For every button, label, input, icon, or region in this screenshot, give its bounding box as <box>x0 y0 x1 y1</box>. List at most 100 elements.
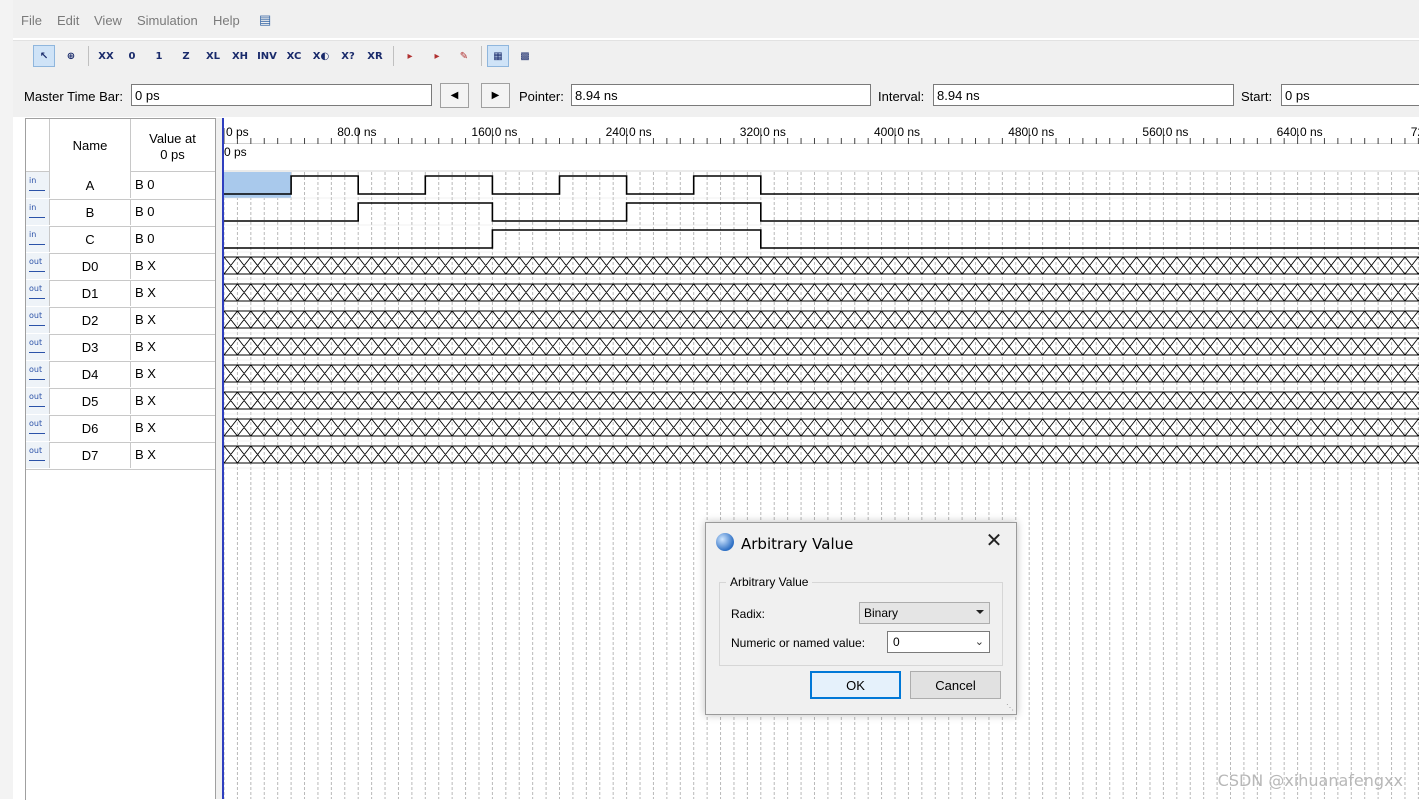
value-combobox[interactable]: 0 ⌄ <box>887 631 990 653</box>
signal-value: B X <box>130 361 215 387</box>
in-pin-icon: in <box>26 226 50 252</box>
radix-value: Binary <box>864 606 899 620</box>
signal-row[interactable]: out D5 B X <box>26 388 215 416</box>
run-functional-simulation-icon[interactable]: ▸ <box>399 45 421 67</box>
signal-value: B X <box>130 307 215 333</box>
menu-bar: File Edit View Simulation Help ▤ <box>13 0 1419 38</box>
signal-name: D6 <box>81 421 99 436</box>
comment-icon[interactable]: ▤ <box>259 12 271 28</box>
value-column-header[interactable]: Value at <box>130 131 215 146</box>
interval-field[interactable]: 8.94 ns <box>933 84 1234 106</box>
out-pin-icon: out <box>26 280 50 306</box>
resize-grip-icon[interactable]: ⋱ <box>1006 704 1014 712</box>
random-values-icon[interactable]: XR <box>364 45 386 67</box>
ruler-label: 560.0 ns <box>1142 125 1188 139</box>
ruler-label: 72 <box>1411 125 1419 139</box>
previous-transition-button[interactable]: ◀ <box>440 83 469 108</box>
select-tool-icon[interactable]: ↖ <box>33 45 55 67</box>
menu-edit[interactable]: Edit <box>57 13 79 28</box>
ruler-label: 160.0 ns <box>471 125 517 139</box>
menu-view[interactable]: View <box>94 13 122 28</box>
value-group-box <box>719 582 1003 666</box>
signal-row[interactable]: out D0 B X <box>26 253 215 281</box>
signal-value: B X <box>130 388 215 414</box>
menu-file[interactable]: File <box>21 13 42 28</box>
menu-simulation[interactable]: Simulation <box>137 13 198 28</box>
forcing-high-icon[interactable]: 1 <box>148 45 170 67</box>
group-label: Arbitrary Value <box>726 575 813 589</box>
clock-icon[interactable]: X◐ <box>310 45 332 67</box>
signal-name: D5 <box>81 394 99 409</box>
value-column-header-time: 0 ps <box>160 147 185 162</box>
watermark: CSDN @xihuanafengxx <box>1217 771 1403 790</box>
in-pin-icon: in <box>26 199 50 225</box>
signal-row[interactable]: out D7 B X <box>26 442 215 470</box>
signal-value: B X <box>130 334 215 360</box>
signal-row[interactable]: in B B 0 <box>26 199 215 227</box>
signal-value: B 0 <box>130 199 215 225</box>
forcing-low-icon[interactable]: 0 <box>121 45 143 67</box>
signal-value: B X <box>130 280 215 306</box>
close-icon[interactable]: ✕ <box>983 531 1005 553</box>
name-column-header[interactable]: Name <box>50 138 130 153</box>
cancel-button[interactable]: Cancel <box>910 671 1001 699</box>
ruler-label: 400.0 ns <box>874 125 920 139</box>
master-time-bar-field[interactable]: 0 ps <box>131 84 432 106</box>
overwrite-clock-icon[interactable]: ▩ <box>514 45 536 67</box>
snap-to-grid-icon[interactable]: ▦ <box>487 45 509 67</box>
signal-row[interactable]: in A B 0 <box>26 172 215 200</box>
in-pin-icon: in <box>26 172 50 198</box>
cursor-label-bar <box>222 144 1419 171</box>
out-pin-icon: out <box>26 415 50 441</box>
signal-name: D2 <box>81 313 99 328</box>
radix-select[interactable]: Binary <box>859 602 990 624</box>
ruler-label: 480.0 ns <box>1008 125 1054 139</box>
signal-row[interactable]: out D4 B X <box>26 361 215 389</box>
signal-name: D3 <box>81 340 99 355</box>
ruler-label: 80.0 ns <box>337 125 376 139</box>
signal-row[interactable]: out D3 B X <box>26 334 215 362</box>
chevron-down-icon[interactable]: ⌄ <box>975 635 984 648</box>
high-impedance-icon[interactable]: Z <box>175 45 197 67</box>
menu-help[interactable]: Help <box>213 13 240 28</box>
out-pin-icon: out <box>26 334 50 360</box>
pointer-label: Pointer: <box>519 89 564 104</box>
weak-high-icon[interactable]: XH <box>229 45 251 67</box>
count-value-icon[interactable]: XC <box>283 45 305 67</box>
signal-row[interactable]: out D2 B X <box>26 307 215 335</box>
weak-low-icon[interactable]: XL <box>202 45 224 67</box>
window-edge <box>0 0 13 799</box>
interval-label: Interval: <box>878 89 925 104</box>
signal-name: C <box>85 232 95 247</box>
next-transition-button[interactable]: ▶ <box>481 83 510 108</box>
generate-netlist-icon[interactable]: ✎ <box>453 45 475 67</box>
ok-button[interactable]: OK <box>810 671 901 699</box>
out-pin-icon: out <box>26 442 50 468</box>
master-time-bar-label: Master Time Bar: <box>24 89 123 104</box>
start-label: Start: <box>1241 89 1273 104</box>
signal-name: D4 <box>81 367 99 382</box>
arbitrary-value-icon[interactable]: X? <box>337 45 359 67</box>
cursor-label: 0 ps <box>224 145 247 159</box>
invert-icon[interactable]: INV <box>256 45 278 67</box>
signal-value: B X <box>130 415 215 441</box>
signal-name: D1 <box>81 286 99 301</box>
run-timing-simulation-icon[interactable]: ▸ <box>426 45 448 67</box>
arbitrary-value-dialog: Arbitrary Value ✕ Arbitrary Value Radix:… <box>705 522 1017 715</box>
signal-row[interactable]: out D1 B X <box>26 280 215 308</box>
signal-row[interactable]: in C B 0 <box>26 226 215 254</box>
pointer-field[interactable]: 8.94 ns <box>571 84 871 106</box>
signal-name: A <box>85 178 95 193</box>
zoom-tool-icon[interactable]: ⊕ <box>60 45 82 67</box>
unknown-value-icon[interactable]: XX <box>95 45 117 67</box>
value-text: 0 <box>893 635 900 649</box>
signal-value: B 0 <box>130 172 215 198</box>
ruler-label: 640.0 ns <box>1277 125 1323 139</box>
out-pin-icon: out <box>26 253 50 279</box>
out-pin-icon: out <box>26 307 50 333</box>
ruler-label: 320.0 ns <box>740 125 786 139</box>
start-field[interactable]: 0 ps <box>1281 84 1419 106</box>
signal-row[interactable]: out D6 B X <box>26 415 215 443</box>
ruler-label: 240.0 ns <box>606 125 652 139</box>
signal-name: D0 <box>81 259 99 274</box>
